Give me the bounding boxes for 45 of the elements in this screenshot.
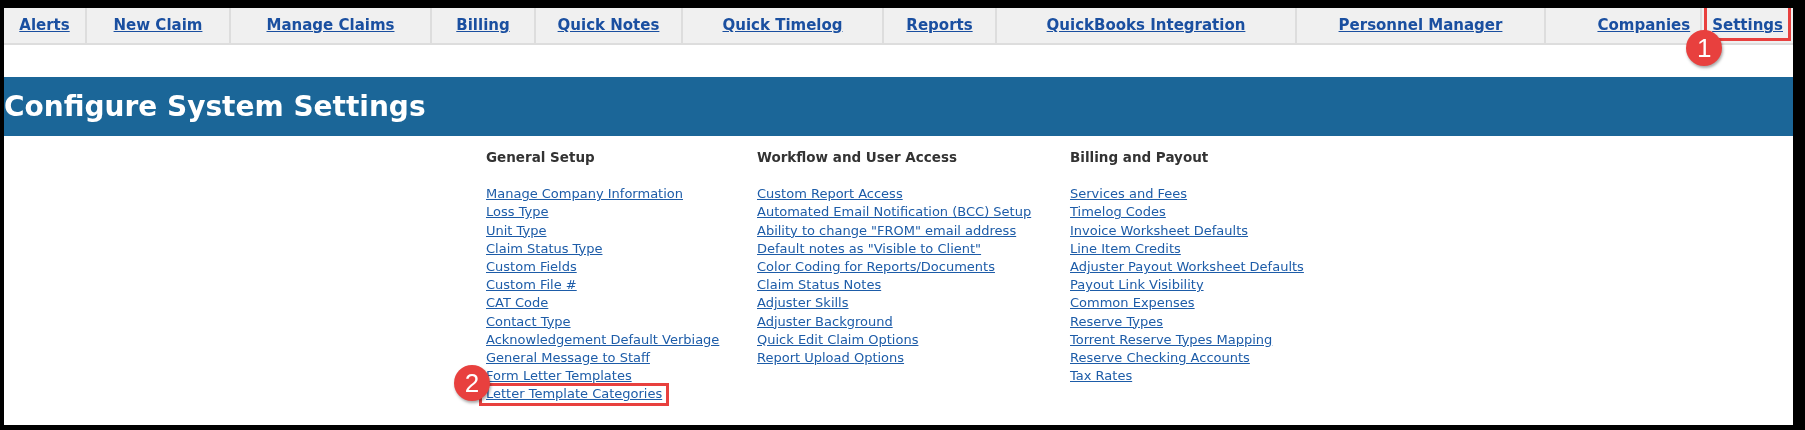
step-number-badge: 1: [1686, 30, 1723, 66]
config-link[interactable]: Adjuster Background: [757, 312, 893, 331]
config-link[interactable]: Tax Rates: [1070, 367, 1133, 386]
nav-link[interactable]: Quick Notes: [557, 14, 660, 37]
nav-link[interactable]: QuickBooks Integration: [1046, 14, 1246, 37]
section-heading: Billing and Payout: [1070, 149, 1210, 166]
nav-link[interactable]: New Claim: [113, 14, 203, 37]
section-heading: General Setup: [486, 149, 596, 166]
config-link[interactable]: Ability to change "FROM" email address: [757, 221, 1017, 240]
config-link[interactable]: Custom Fields: [486, 258, 577, 277]
config-link[interactable]: Line Item Credits: [1070, 239, 1181, 258]
config-link[interactable]: Loss Type: [486, 203, 549, 222]
config-link[interactable]: Report Upload Options: [757, 349, 905, 368]
nav-link[interactable]: Personnel Manager: [1338, 14, 1503, 37]
config-link[interactable]: Payout Link Visibility: [1070, 276, 1204, 295]
config-link[interactable]: Reserve Types: [1070, 312, 1164, 331]
config-link[interactable]: Acknowledgement Default Verbiage: [486, 330, 720, 349]
config-link[interactable]: Invoice Worksheet Defaults: [1070, 221, 1249, 240]
config-link[interactable]: Manage Company Information: [486, 185, 683, 204]
config-link[interactable]: Adjuster Skills: [757, 294, 849, 313]
config-link[interactable]: Custom File #: [486, 276, 577, 295]
config-link[interactable]: Unit Type: [486, 221, 547, 240]
config-link[interactable]: General Message to Staff: [486, 349, 650, 368]
config-link[interactable]: Automated Email Notification (BCC) Setup: [757, 203, 1032, 222]
nav-link[interactable]: Alerts: [19, 14, 70, 37]
config-link[interactable]: Quick Edit Claim Options: [757, 330, 919, 349]
config-link[interactable]: Default notes as "Visible to Client": [757, 239, 982, 258]
config-link[interactable]: Services and Fees: [1070, 185, 1188, 204]
config-link[interactable]: Color Coding for Reports/Documents: [757, 258, 995, 277]
nav-link[interactable]: Quick Timelog: [722, 14, 843, 37]
config-link[interactable]: Claim Status Notes: [757, 276, 882, 295]
config-link[interactable]: Custom Report Access: [757, 185, 903, 204]
nav-link[interactable]: Reports: [906, 14, 973, 37]
page-title: Configure System Settings: [4, 89, 426, 124]
config-link[interactable]: Reserve Checking Accounts: [1070, 349, 1250, 368]
section-heading: Workflow and User Access: [757, 149, 959, 166]
config-link[interactable]: Timelog Codes: [1070, 203, 1166, 222]
config-link[interactable]: Adjuster Payout Worksheet Defaults: [1070, 258, 1304, 277]
config-link[interactable]: CAT Code: [486, 294, 549, 313]
config-link[interactable]: Contact Type: [486, 312, 571, 331]
config-link[interactable]: Torrent Reserve Types Mapping: [1070, 330, 1273, 349]
nav-link[interactable]: Billing: [456, 14, 510, 37]
config-link[interactable]: Common Expenses: [1070, 294, 1195, 313]
nav-link[interactable]: Manage Claims: [266, 14, 395, 37]
config-link[interactable]: Claim Status Type: [486, 239, 603, 258]
